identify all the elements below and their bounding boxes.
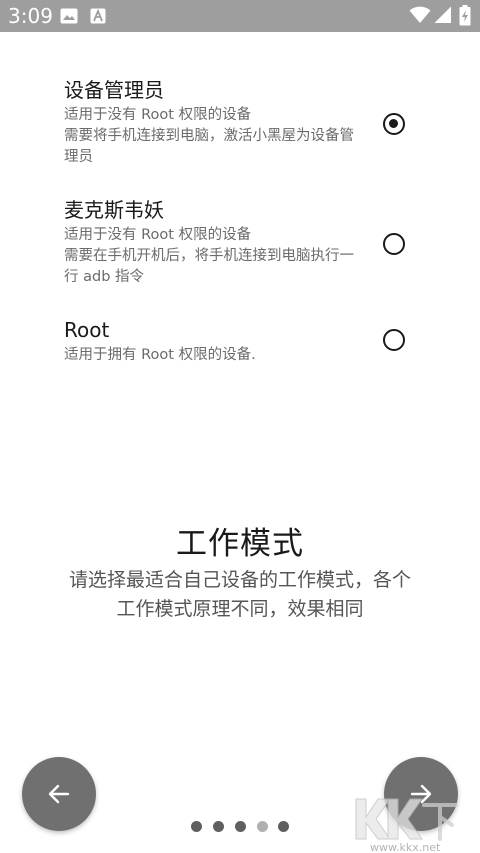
image-icon <box>60 8 78 28</box>
back-button[interactable] <box>22 757 96 831</box>
battery-charging-icon <box>459 5 471 30</box>
option-title: 麦克斯韦妖 <box>64 198 164 222</box>
option-desc-line: 适用于没有 Root 权限的设备 <box>64 107 252 123</box>
arrow-left-icon <box>48 784 70 804</box>
page-dot-active <box>257 821 268 832</box>
a-letter-icon <box>90 8 106 28</box>
screen: 3:09 设备管理员 适用于没有 Root 权限的设备 需要将手机连接到电脑，激… <box>0 0 480 853</box>
page-dot <box>191 821 202 832</box>
page-subtitle: 请选择最适合自己设备的工作模式，各个工作模式原理不同，效果相同 <box>68 569 411 620</box>
wifi-icon <box>409 6 431 28</box>
radio-device-admin[interactable] <box>383 113 405 135</box>
page-dot <box>235 821 246 832</box>
page-dot <box>278 821 289 832</box>
option-desc-line: 适用于拥有 Root 权限的设备. <box>64 347 256 363</box>
radio-maxwell-demon[interactable] <box>383 233 405 255</box>
option-description: 适用于没有 Root 权限的设备 需要将手机连接到电脑，激活小黑屋为设备管理员 <box>64 105 364 168</box>
watermark-url: www.kkx.net <box>370 841 441 853</box>
radio-root[interactable] <box>383 329 405 351</box>
watermark-logo: www.kkx.net <box>352 795 462 853</box>
status-time: 3:09 <box>8 4 53 28</box>
page-indicator <box>191 821 291 833</box>
option-desc-line: 需要将手机连接到电脑，激活小黑屋为设备管理员 <box>64 128 354 165</box>
option-description: 适用于拥有 Root 权限的设备. <box>64 345 364 366</box>
option-description: 适用于没有 Root 权限的设备 需要在手机开机后，将手机连接到电脑执行一行 a… <box>64 225 364 288</box>
option-desc-line: 适用于没有 Root 权限的设备 <box>64 227 252 243</box>
option-title: 设备管理员 <box>64 78 164 102</box>
page-dot <box>213 821 224 832</box>
page-title: 工作模式 <box>176 526 304 562</box>
signal-icon <box>434 6 452 28</box>
status-bar: 3:09 <box>0 0 480 32</box>
radio-selected-dot <box>389 119 398 128</box>
option-desc-line: 需要在手机开机后，将手机连接到电脑执行一行 adb 指令 <box>64 248 354 285</box>
